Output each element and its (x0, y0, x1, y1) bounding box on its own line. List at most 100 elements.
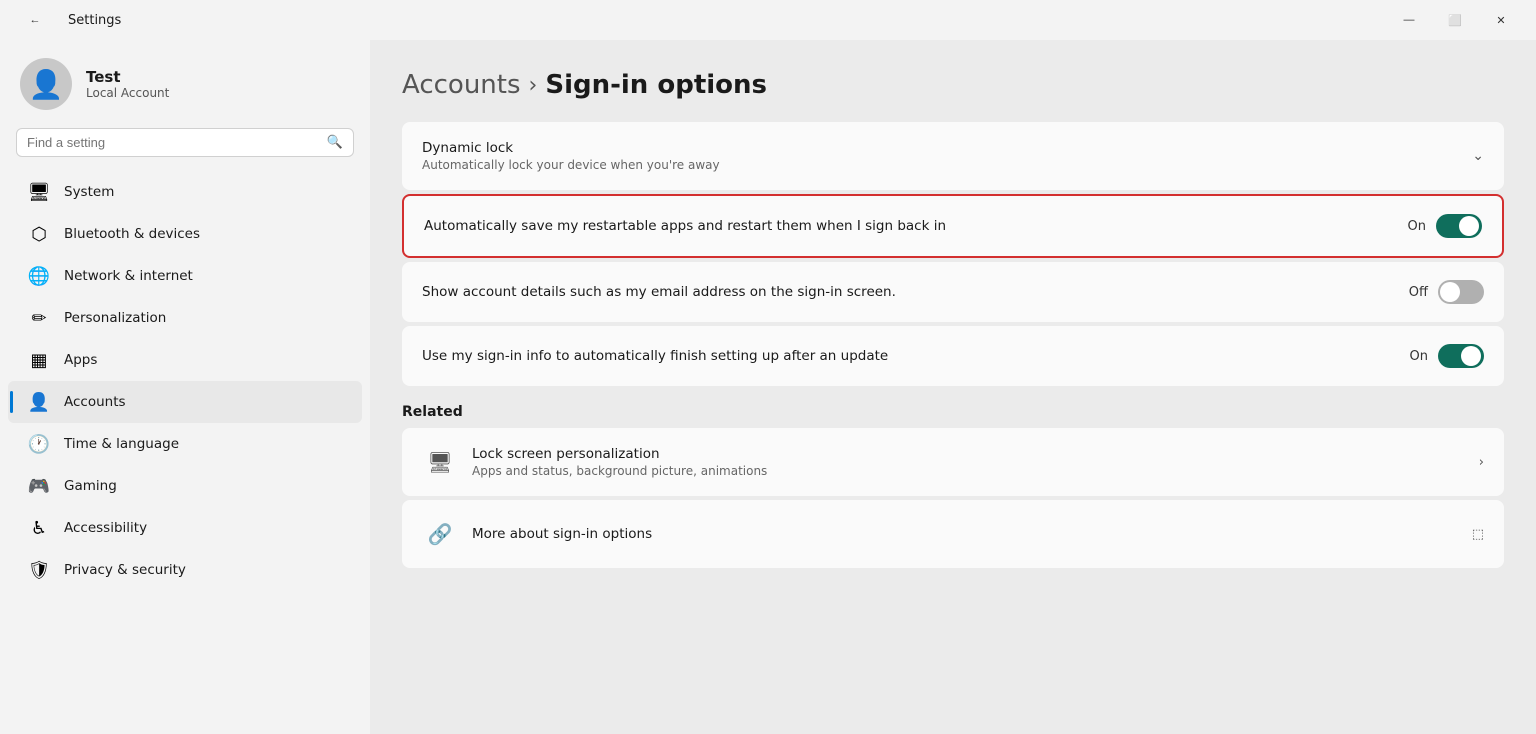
settings-row-text-restart-apps-row: Automatically save my restartable apps a… (424, 218, 946, 234)
toggle-thumb-restart-apps-row (1459, 216, 1479, 236)
personalization-icon: ✏ (28, 307, 50, 329)
related-items: 🖥 Lock screen personalization Apps and s… (402, 428, 1504, 568)
sidebar-item-gaming[interactable]: 🎮 Gaming (8, 465, 362, 507)
settings-card-dynamic-lock: Dynamic lock Automatically lock your dev… (402, 122, 1504, 190)
row-title-sign-in-info-row: Use my sign-in info to automatically fin… (422, 348, 888, 364)
toggle-label-account-details-row: Off (1409, 285, 1428, 300)
app-title: Settings (68, 13, 121, 28)
avatar: 👤 (20, 58, 72, 110)
related-title: Related (402, 404, 1504, 420)
related-row-left-lock-screen: 🖥 Lock screen personalization Apps and s… (422, 444, 767, 480)
close-button[interactable]: ✕ (1478, 4, 1524, 36)
settings-row-right-restart-apps-row: On (1408, 214, 1482, 238)
user-info: Test Local Account (86, 68, 169, 100)
settings-row-right-account-details-row: Off (1409, 280, 1484, 304)
title-bar: ← Settings — ⬜ ✕ (0, 0, 1536, 40)
sidebar-item-network[interactable]: 🌐 Network & internet (8, 255, 362, 297)
window-controls: — ⬜ ✕ (1386, 4, 1524, 36)
user-account-type: Local Account (86, 86, 169, 100)
toggle-label-sign-in-info-row: On (1410, 349, 1428, 364)
related-row-more-sign-in[interactable]: 🔗 More about sign-in options ⬚ (402, 500, 1504, 568)
chevron-right-icon: › (1479, 455, 1484, 470)
sidebar-item-apps[interactable]: ▦ Apps (8, 339, 362, 381)
sidebar-item-privacy[interactable]: 🛡 Privacy & security (8, 549, 362, 591)
settings-row-text-account-details-row: Show account details such as my email ad… (422, 284, 896, 300)
settings-row-restart-apps-row[interactable]: Automatically save my restartable apps a… (404, 196, 1502, 256)
toggle-sign-in-info-row[interactable] (1438, 344, 1484, 368)
chevron-down-icon: ⌄ (1472, 148, 1484, 164)
settings-row-dynamic-lock-row[interactable]: Dynamic lock Automatically lock your dev… (402, 122, 1504, 190)
sidebar-item-label-bluetooth: Bluetooth & devices (64, 226, 200, 242)
related-icon-more-sign-in: 🔗 (422, 516, 458, 552)
app-body: 👤 Test Local Account 🔍 🖥 System ⬡ Blueto… (0, 40, 1536, 734)
breadcrumb-current: Sign-in options (545, 70, 767, 100)
maximize-button[interactable]: ⬜ (1432, 4, 1478, 36)
sidebar-item-label-privacy: Privacy & security (64, 562, 186, 578)
sidebar-item-accessibility[interactable]: ♿ Accessibility (8, 507, 362, 549)
sidebar-item-accounts[interactable]: 👤 Accounts (8, 381, 362, 423)
related-icon-lock-screen: 🖥 (422, 444, 458, 480)
sidebar-item-bluetooth[interactable]: ⬡ Bluetooth & devices (8, 213, 362, 255)
breadcrumb: Accounts › Sign-in options (402, 70, 1504, 100)
system-icon: 🖥 (28, 181, 50, 203)
related-title-lock-screen: Lock screen personalization (472, 446, 767, 462)
sidebar-item-system[interactable]: 🖥 System (8, 171, 362, 213)
sidebar: 👤 Test Local Account 🔍 🖥 System ⬡ Blueto… (0, 40, 370, 734)
search-icon: 🔍 (327, 135, 343, 150)
nav-list: 🖥 System ⬡ Bluetooth & devices 🌐 Network… (0, 171, 370, 591)
gaming-icon: 🎮 (28, 475, 50, 497)
related-row-lock-screen[interactable]: 🖥 Lock screen personalization Apps and s… (402, 428, 1504, 496)
sidebar-item-label-system: System (64, 184, 114, 200)
privacy-icon: 🛡 (28, 559, 50, 581)
settings-row-sign-in-info-row[interactable]: Use my sign-in info to automatically fin… (402, 326, 1504, 386)
bluetooth-icon: ⬡ (28, 223, 50, 245)
user-icon: 👤 (29, 68, 64, 101)
row-title-restart-apps-row: Automatically save my restartable apps a… (424, 218, 946, 234)
settings-row-account-details-row[interactable]: Show account details such as my email ad… (402, 262, 1504, 322)
sidebar-item-label-network: Network & internet (64, 268, 193, 284)
sidebar-item-label-accessibility: Accessibility (64, 520, 147, 536)
apps-icon: ▦ (28, 349, 50, 371)
search-box[interactable]: 🔍 (16, 128, 354, 157)
settings-row-right-dynamic-lock-row: ⌄ (1472, 148, 1484, 164)
related-row-left-more-sign-in: 🔗 More about sign-in options (422, 516, 652, 552)
toggle-thumb-sign-in-info-row (1461, 346, 1481, 366)
sidebar-item-personalization[interactable]: ✏ Personalization (8, 297, 362, 339)
sidebar-item-label-apps: Apps (64, 352, 97, 368)
title-bar-left: ← Settings (12, 4, 121, 36)
toggle-label-restart-apps-row: On (1408, 219, 1426, 234)
accessibility-icon: ♿ (28, 517, 50, 539)
user-name: Test (86, 68, 169, 86)
main-content: Accounts › Sign-in options Dynamic lock … (370, 40, 1536, 734)
related-subtitle-lock-screen: Apps and status, background picture, ani… (472, 464, 767, 478)
row-title-dynamic-lock-row: Dynamic lock (422, 140, 720, 156)
related-text-lock-screen: Lock screen personalization Apps and sta… (472, 446, 767, 478)
settings-card-sign-in-info: Use my sign-in info to automatically fin… (402, 326, 1504, 386)
user-profile: 👤 Test Local Account (0, 40, 370, 124)
back-button[interactable]: ← (12, 4, 58, 36)
toggle-account-details-row[interactable] (1438, 280, 1484, 304)
minimize-button[interactable]: — (1386, 4, 1432, 36)
settings-row-text-dynamic-lock-row: Dynamic lock Automatically lock your dev… (422, 140, 720, 172)
sidebar-item-time[interactable]: 🕐 Time & language (8, 423, 362, 465)
row-title-account-details-row: Show account details such as my email ad… (422, 284, 896, 300)
settings-row-text-sign-in-info-row: Use my sign-in info to automatically fin… (422, 348, 888, 364)
breadcrumb-parent[interactable]: Accounts (402, 70, 521, 100)
related-text-more-sign-in: More about sign-in options (472, 526, 652, 542)
row-subtitle-dynamic-lock-row: Automatically lock your device when you'… (422, 158, 720, 172)
settings-cards: Dynamic lock Automatically lock your dev… (402, 122, 1504, 386)
search-container: 🔍 (0, 124, 370, 171)
settings-card-restart-apps: Automatically save my restartable apps a… (402, 194, 1504, 258)
toggle-restart-apps-row[interactable] (1436, 214, 1482, 238)
sidebar-item-label-personalization: Personalization (64, 310, 166, 326)
sidebar-item-label-accounts: Accounts (64, 394, 126, 410)
sidebar-item-label-time: Time & language (64, 436, 179, 452)
breadcrumb-separator: › (529, 73, 538, 98)
time-icon: 🕐 (28, 433, 50, 455)
related-title-more-sign-in: More about sign-in options (472, 526, 652, 542)
settings-row-right-sign-in-info-row: On (1410, 344, 1484, 368)
accounts-icon: 👤 (28, 391, 50, 413)
search-input[interactable] (27, 135, 319, 150)
network-icon: 🌐 (28, 265, 50, 287)
sidebar-item-label-gaming: Gaming (64, 478, 117, 494)
